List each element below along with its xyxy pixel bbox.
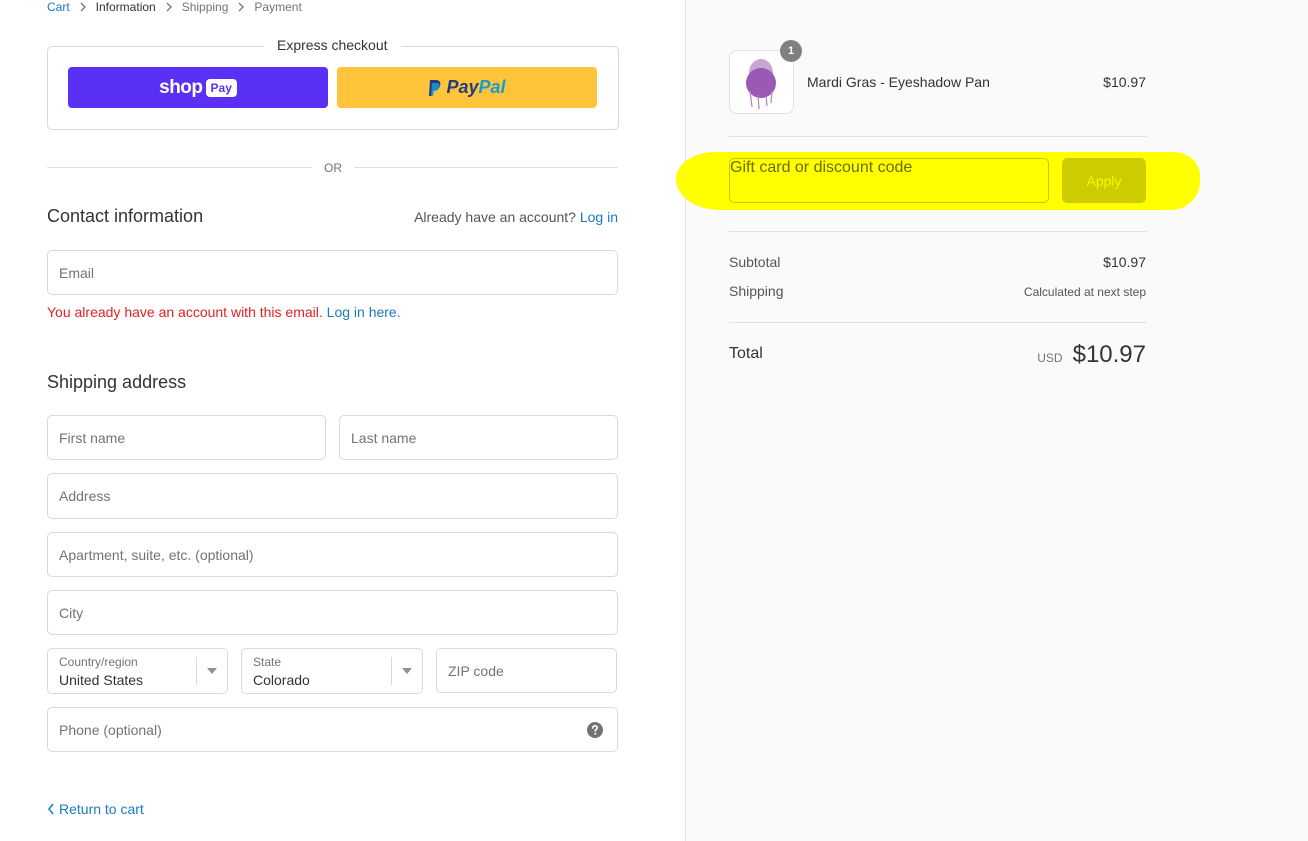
chevron-right-icon: [80, 2, 86, 12]
address-placeholder: Address: [59, 488, 111, 504]
breadcrumb-cart[interactable]: Cart: [47, 0, 70, 14]
email-field[interactable]: Email: [47, 250, 618, 295]
zip-field[interactable]: ZIP code: [436, 648, 617, 693]
summary-divider: [729, 231, 1147, 232]
or-divider-right: [354, 167, 618, 168]
chevron-right-icon: [166, 2, 172, 12]
login-link[interactable]: Log in: [580, 209, 618, 225]
discount-placeholder: Gift card or discount code: [730, 159, 913, 176]
help-icon[interactable]: [587, 722, 603, 738]
address-field[interactable]: Address: [47, 473, 618, 519]
city-field[interactable]: City: [47, 590, 618, 635]
state-label: State: [253, 655, 282, 669]
product-name: Mardi Gras - Eyeshadow Pan: [807, 74, 990, 90]
express-checkout-title: Express checkout: [264, 37, 401, 53]
paypal-word-pay: Pay: [446, 77, 479, 97]
country-value: United States: [59, 672, 144, 688]
contact-title: Contact information: [47, 206, 204, 226]
or-divider-text: OR: [324, 161, 342, 175]
shipping-value: Calculated at next step: [1023, 285, 1146, 299]
discount-code-input[interactable]: Gift card or discount code: [729, 158, 1049, 203]
total-label: Total: [729, 345, 763, 362]
quantity-badge: 1: [780, 40, 802, 62]
account-prompt: Already have an account? Log in: [414, 209, 618, 225]
paypal-word-pal: Pal: [478, 77, 506, 97]
currency-code: USD: [1037, 351, 1063, 365]
city-placeholder: City: [59, 604, 84, 621]
order-summary-panel: [685, 0, 1308, 841]
chevron-left-icon: [48, 803, 54, 815]
email-error-text: You already have an account with this em…: [47, 304, 323, 320]
eyeshadow-swatch-icon: [746, 59, 776, 110]
country-select[interactable]: Country/region United States: [47, 648, 228, 694]
phone-placeholder: Phone (optional): [59, 721, 162, 738]
breadcrumb-information: Information: [95, 0, 156, 14]
breadcrumb-shipping: Shipping: [181, 0, 229, 14]
chevron-right-icon: [238, 2, 245, 12]
last-name-placeholder: Last name: [351, 429, 417, 446]
state-select[interactable]: State Colorado: [241, 648, 423, 694]
country-label: Country/region: [59, 655, 138, 669]
first-name-placeholder: First name: [59, 429, 126, 446]
state-value: Colorado: [253, 672, 310, 688]
apartment-placeholder: Apartment, suite, etc. (optional): [59, 546, 254, 563]
total-value: $10.97: [1072, 341, 1146, 368]
or-divider-left: [47, 167, 312, 168]
shipping-title: Shipping address: [47, 372, 187, 392]
email-error-message: You already have an account with this em…: [47, 304, 401, 320]
shipping-label: Shipping: [729, 283, 784, 299]
shop-pay-logo-text: shop: [159, 76, 203, 98]
dropdown-arrow-icon: [391, 657, 422, 685]
zip-placeholder: ZIP code: [448, 662, 504, 679]
breadcrumb: Cart Information Shipping Payment: [47, 0, 302, 14]
paypal-logo-icon: [429, 79, 441, 96]
account-prompt-text: Already have an account?: [414, 209, 576, 225]
shop-pay-button[interactable]: shop Pay: [68, 67, 328, 108]
email-placeholder: Email: [59, 264, 95, 281]
apply-button[interactable]: Apply: [1062, 158, 1146, 203]
paypal-button[interactable]: Pay Pal: [337, 67, 597, 108]
summary-divider: [729, 136, 1147, 137]
dropdown-arrow-icon: [196, 657, 227, 685]
product-price: $10.97: [1103, 74, 1146, 90]
first-name-field[interactable]: First name: [47, 415, 326, 460]
return-to-cart-text: Return to cart: [59, 801, 144, 817]
login-here-link[interactable]: Log in here.: [327, 304, 401, 320]
summary-divider: [729, 322, 1147, 323]
breadcrumb-payment: Payment: [254, 0, 302, 14]
shop-pay-badge: Pay: [205, 78, 237, 97]
return-to-cart-link[interactable]: Return to cart: [47, 801, 144, 817]
apartment-field[interactable]: Apartment, suite, etc. (optional): [47, 532, 618, 577]
last-name-field[interactable]: Last name: [339, 415, 618, 460]
phone-field[interactable]: Phone (optional): [47, 707, 618, 752]
total-amount: USD $10.97: [1037, 341, 1146, 369]
subtotal-value: $10.97: [1103, 254, 1146, 270]
subtotal-label: Subtotal: [729, 254, 781, 270]
